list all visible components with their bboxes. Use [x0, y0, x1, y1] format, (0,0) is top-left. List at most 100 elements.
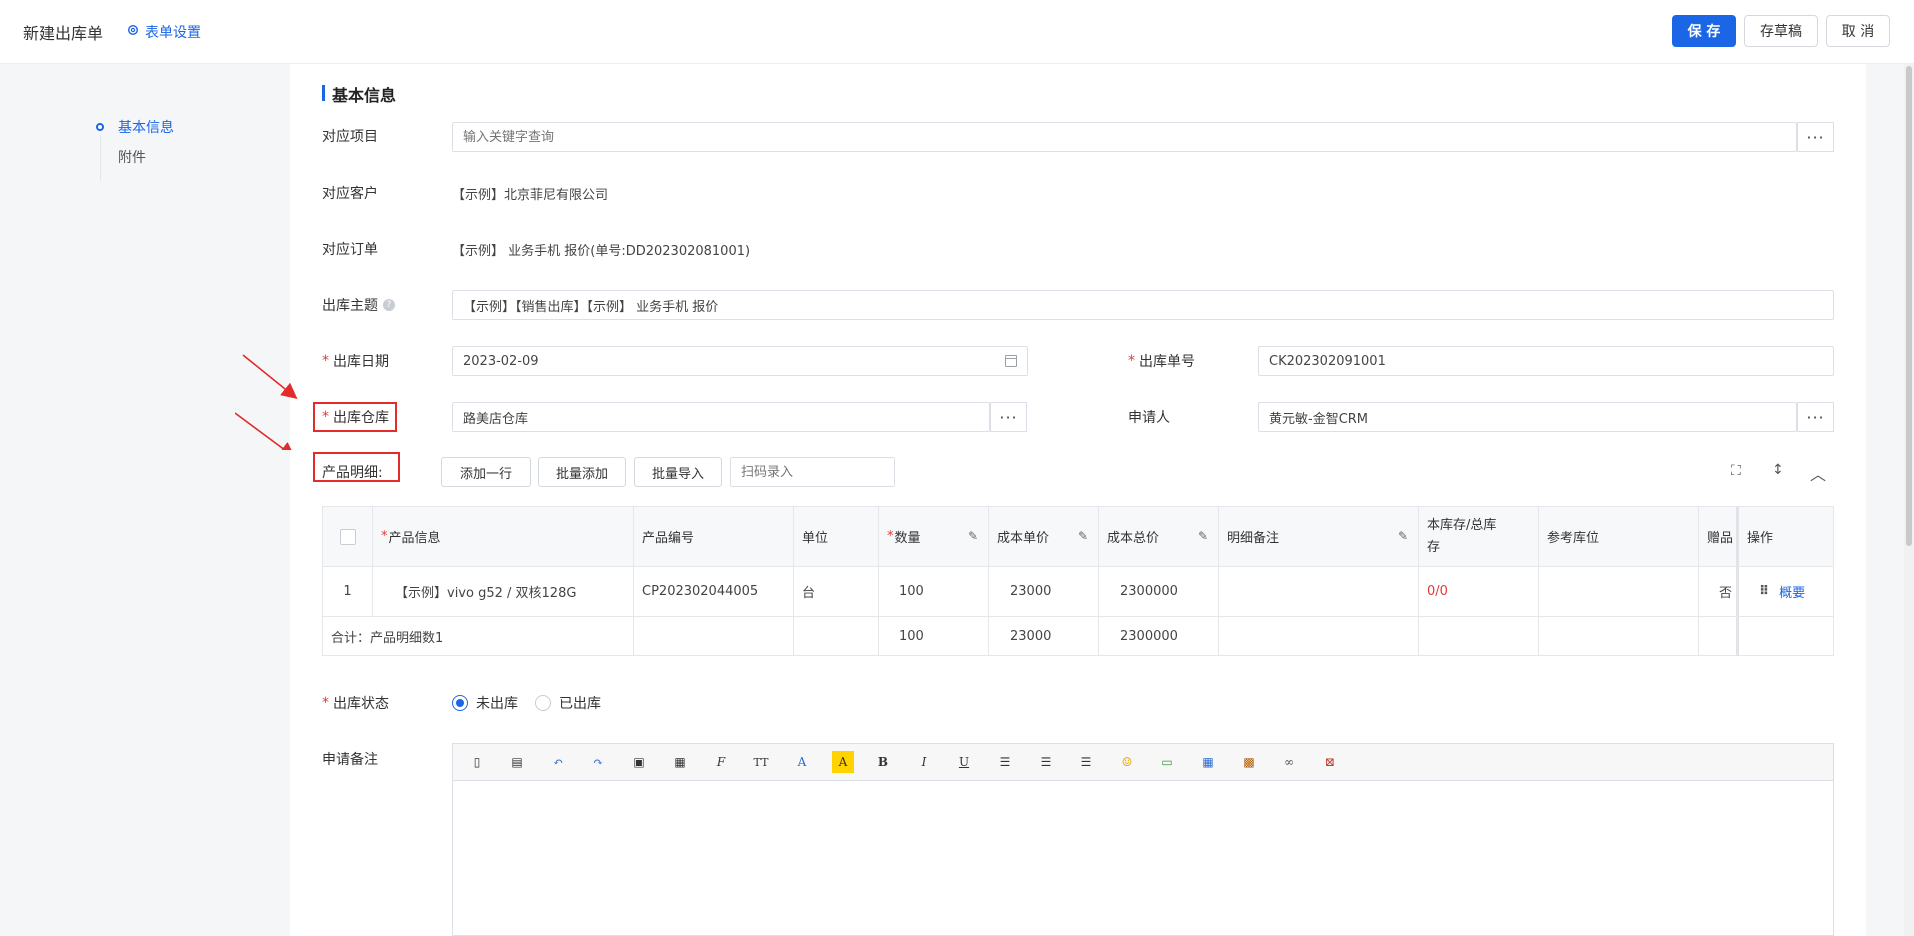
image-icon[interactable]: ▩	[1238, 751, 1260, 773]
summary-empty	[1539, 617, 1699, 656]
font-color-icon[interactable]: A	[791, 751, 813, 773]
rich-text-editor[interactable]: ▯ ▤ ↶ ↷ ▣ ▦ F TT A A B I U ☰ ☰ ☰ ☺ ▭ ▦ ▩…	[452, 743, 1834, 936]
products-label: 产品明细:	[322, 465, 383, 481]
order-label: 对应订单	[322, 242, 378, 258]
annotation-arrows	[235, 354, 298, 450]
edit-icon[interactable]: ✎	[1198, 529, 1208, 543]
summary-total-cost: 2300000	[1099, 617, 1219, 656]
date-input[interactable]: 2023-02-09	[452, 346, 1028, 376]
required-mark: *	[322, 353, 329, 369]
applicant-picker-button[interactable]: ···	[1797, 402, 1834, 432]
align-center-icon[interactable]: ☰	[1035, 751, 1057, 773]
save-button[interactable]: 保 存	[1672, 15, 1736, 47]
redo-icon[interactable]: ↷	[587, 751, 609, 773]
undo-icon[interactable]: ↶	[547, 751, 569, 773]
batch-add-button[interactable]: 批量添加	[538, 457, 626, 487]
font-family-icon[interactable]: F	[710, 751, 732, 773]
save-draft-button[interactable]: 存草稿	[1744, 15, 1818, 47]
warehouse-input[interactable]: 路美店仓库	[452, 402, 990, 432]
drag-handle-icon[interactable]: ⠿	[1759, 584, 1769, 599]
paste-icon[interactable]: ▣	[628, 751, 650, 773]
header-unit-cost: 成本单价 ✎	[989, 507, 1099, 566]
applicant-label: 申请人	[1128, 410, 1170, 426]
edit-icon[interactable]: ✎	[1398, 529, 1408, 543]
fullscreen-icon[interactable]: ⛶	[1731, 463, 1741, 479]
header-location: 参考库位	[1539, 507, 1699, 566]
batch-import-button[interactable]: 批量导入	[634, 457, 722, 487]
link-icon[interactable]: ∞	[1278, 751, 1300, 773]
status-option-label: 已出库	[559, 696, 601, 712]
summary-empty	[1219, 617, 1419, 656]
header-quantity: * 数量 ✎	[879, 507, 989, 566]
summary-quantity: 100	[879, 617, 989, 656]
project-picker-button[interactable]: ···	[1797, 122, 1834, 152]
calendar-icon[interactable]	[1005, 355, 1017, 367]
header-unit: 单位	[794, 507, 879, 566]
row-product-info[interactable]: 【示例】vivo g52 / 双核128G	[373, 567, 634, 616]
form-settings-link[interactable]: 表单设置	[127, 22, 201, 42]
row-unit: 台	[794, 567, 879, 616]
align-left-icon[interactable]: ☰	[994, 751, 1016, 773]
row-detail-note[interactable]	[1219, 567, 1419, 616]
nav-item-basic-info[interactable]: 基本信息	[96, 112, 174, 142]
help-icon[interactable]: ?	[383, 299, 395, 311]
row-location[interactable]	[1539, 567, 1699, 616]
annotation-box-warehouse	[313, 402, 397, 432]
underline-icon[interactable]: U	[953, 751, 975, 773]
header-select-cell	[323, 507, 373, 566]
product-table: * 产品信息 产品编号 单位 * 数量 ✎ 成本单价 ✎ 成本总价 ✎ 明细备注 ✎ 本库存…	[322, 506, 1834, 656]
project-search-input[interactable]	[452, 122, 1797, 152]
number-input[interactable]: CK202302091001	[1258, 346, 1834, 376]
font-size-icon[interactable]: TT	[750, 751, 772, 773]
italic-icon[interactable]: I	[913, 751, 935, 773]
table-row[interactable]: 1 【示例】vivo g52 / 双核128G CP202302044005 台…	[323, 567, 1833, 617]
editor-toolbar: ▯ ▤ ↶ ↷ ▣ ▦ F TT A A B I U ☰ ☰ ☰ ☺ ▭ ▦ ▩…	[453, 744, 1833, 781]
header-total-cost: 成本总价 ✎	[1099, 507, 1219, 566]
status-option-shipped[interactable]: 已出库	[535, 687, 601, 719]
overview-link[interactable]: 概要	[1779, 582, 1805, 601]
status-option-pending[interactable]: 未出库	[452, 687, 518, 719]
add-row-button[interactable]: 添加一行	[441, 457, 531, 487]
bold-icon[interactable]: B	[872, 751, 894, 773]
required-mark: *	[322, 695, 329, 711]
row-total-cost[interactable]: 2300000	[1099, 567, 1219, 616]
subject-input[interactable]: 【示例】【销售出库】【示例】 业务手机 报价	[452, 290, 1834, 320]
clear-format-icon[interactable]: ⊠	[1319, 751, 1341, 773]
subject-label-text: 出库主题	[322, 298, 378, 314]
row-unit-cost[interactable]: 23000	[989, 567, 1099, 616]
source-icon[interactable]: ▯	[466, 751, 488, 773]
document-icon[interactable]: ▤	[506, 751, 528, 773]
table-icon[interactable]: ▦	[1197, 751, 1219, 773]
scrollbar-thumb[interactable]	[1906, 66, 1912, 546]
paste-text-icon[interactable]: ▦	[669, 751, 691, 773]
expand-vertical-icon[interactable]: ↕	[1772, 462, 1784, 478]
highlight-color-icon[interactable]: A	[832, 751, 854, 773]
emoji-icon[interactable]: ☺	[1116, 751, 1138, 773]
scan-input[interactable]	[730, 457, 895, 487]
nav-item-attachments[interactable]: 附件	[96, 142, 174, 172]
top-bar: 新建出库单 表单设置 保 存 存草稿 取 消	[0, 0, 1914, 64]
nav-item-label: 附件	[118, 150, 146, 166]
collapse-icon[interactable]: ︿	[1810, 461, 1826, 485]
header-label: 明细备注	[1227, 531, 1280, 546]
radio-icon[interactable]	[535, 695, 551, 711]
summary-empty	[634, 617, 794, 656]
date-label-text: 出库日期	[333, 354, 389, 370]
header-label: 本库存/总库存	[1427, 517, 1497, 555]
summary-empty	[1419, 617, 1539, 656]
customer-label: 对应客户	[322, 186, 378, 202]
select-all-checkbox[interactable]	[339, 528, 356, 545]
edit-icon[interactable]: ✎	[968, 529, 978, 543]
warehouse-picker-button[interactable]: ···	[990, 402, 1027, 432]
header-product-code: 产品编号	[634, 507, 794, 566]
applicant-input[interactable]: 黄元敏-金智CRM	[1258, 402, 1797, 432]
horizontal-line-icon[interactable]: ▭	[1156, 751, 1178, 773]
row-quantity[interactable]: 100	[879, 567, 989, 616]
row-gift: 否	[1699, 567, 1739, 616]
radio-selected-icon[interactable]	[452, 695, 468, 711]
cancel-button[interactable]: 取 消	[1826, 15, 1890, 47]
align-right-icon[interactable]: ☰	[1075, 751, 1097, 773]
edit-icon[interactable]: ✎	[1078, 529, 1088, 543]
required-mark: *	[1128, 353, 1135, 369]
project-label: 对应项目	[322, 129, 378, 145]
